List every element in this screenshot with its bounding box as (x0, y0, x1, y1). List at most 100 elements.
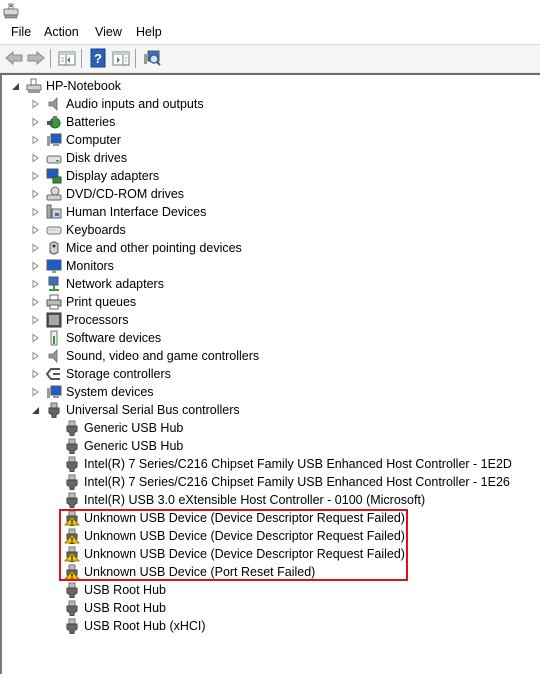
tree-device[interactable]: USB Root Hub (xHCI) (64, 617, 206, 635)
tree-item-label: Intel(R) 7 Series/C216 Chipset Family US… (84, 457, 512, 471)
tree-category[interactable]: Audio inputs and outputs (30, 95, 204, 113)
monitor-icon (46, 259, 62, 273)
expand-arrow-icon[interactable] (30, 207, 40, 217)
back-button[interactable] (4, 48, 24, 68)
tree-category[interactable]: Keyboards (30, 221, 126, 239)
expand-arrow-icon[interactable] (30, 225, 40, 235)
tree-root-hp-notebook[interactable]: HP-Notebook (10, 77, 121, 95)
tree-category[interactable]: Universal Serial Bus controllers (30, 401, 240, 419)
expand-arrow-icon[interactable] (30, 189, 40, 199)
tree-category[interactable]: Computer (30, 131, 121, 149)
toolbar: ? (0, 45, 540, 73)
tree-category[interactable]: Disk drives (30, 149, 127, 167)
expand-arrow-icon[interactable] (30, 279, 40, 289)
tree-item-label: Network adapters (66, 277, 164, 291)
tree-category[interactable]: Storage controllers (30, 365, 171, 383)
help-icon: ? (90, 48, 106, 68)
computer-root-icon (26, 78, 42, 93)
tree-item-label: Audio inputs and outputs (66, 97, 204, 111)
tree-device[interactable]: Intel(R) USB 3.0 eXtensible Host Control… (64, 491, 425, 509)
expand-arrow-icon[interactable] (30, 369, 40, 379)
tree-item-label: Sound, video and game controllers (66, 349, 260, 363)
usb-plug-icon (48, 402, 60, 418)
usb-plug-icon (66, 420, 78, 436)
tree-item-label: Monitors (66, 259, 114, 273)
device-manager-icon[interactable] (3, 3, 19, 19)
toolbar-separator (50, 49, 51, 68)
speaker-icon (48, 349, 58, 363)
tree-device[interactable]: Generic USB Hub (64, 419, 183, 437)
tree-device[interactable]: Intel(R) 7 Series/C216 Chipset Family US… (64, 473, 510, 491)
usb-plug-icon (66, 618, 78, 634)
usb-warning-icon (64, 510, 80, 526)
tree-category[interactable]: System devices (30, 383, 154, 401)
tree-device-warning[interactable]: Unknown USB Device (Device Descriptor Re… (64, 527, 405, 545)
menu-file[interactable]: File (9, 25, 33, 39)
forward-button[interactable] (26, 48, 46, 68)
show-hide-console-tree-button[interactable] (57, 48, 77, 68)
expand-arrow-icon[interactable] (30, 99, 40, 109)
printer-icon (46, 294, 62, 310)
show-hide-action-pane-button[interactable] (111, 48, 131, 68)
menu-bar: File Action View Help (0, 22, 540, 45)
tree-device-warning[interactable]: Unknown USB Device (Device Descriptor Re… (64, 545, 405, 563)
tree-device[interactable]: USB Root Hub (64, 581, 166, 599)
tree-category[interactable]: Print queues (30, 293, 136, 311)
help-button[interactable]: ? (88, 48, 108, 68)
expand-arrow-icon[interactable] (30, 171, 40, 181)
expand-arrow-icon[interactable] (30, 117, 40, 127)
usb-plug-icon (66, 600, 78, 616)
tree-category[interactable]: Network adapters (30, 275, 164, 293)
tree-device-warning[interactable]: Unknown USB Device (Port Reset Failed) (64, 563, 315, 581)
menu-view[interactable]: View (93, 25, 124, 39)
dvd-drive-icon (46, 186, 62, 201)
tree-category[interactable]: DVD/CD-ROM drives (30, 185, 184, 203)
storage-controller-icon (46, 368, 60, 380)
processor-icon (46, 312, 62, 328)
tree-item-label: Unknown USB Device (Device Descriptor Re… (84, 547, 405, 561)
expand-arrow-icon[interactable] (30, 297, 40, 307)
back-arrow-icon (5, 50, 23, 66)
tree-item-label: Unknown USB Device (Port Reset Failed) (84, 565, 316, 579)
system-device-icon (47, 385, 62, 398)
tree-device[interactable]: Intel(R) 7 Series/C216 Chipset Family US… (64, 455, 512, 473)
expand-arrow-icon[interactable] (30, 261, 40, 271)
expand-arrow-icon[interactable] (30, 351, 40, 361)
tree-device[interactable]: USB Root Hub (64, 599, 166, 617)
title-bar (0, 0, 540, 22)
tree-category[interactable]: Monitors (30, 257, 114, 275)
tree-item-label: Mice and other pointing devices (66, 241, 242, 255)
usb-plug-icon (66, 582, 78, 598)
mouse-icon (49, 241, 59, 255)
scan-hardware-changes-button[interactable] (142, 48, 162, 68)
tree-device-warning[interactable]: Unknown USB Device (Device Descriptor Re… (64, 509, 405, 527)
tree-category[interactable]: Display adapters (30, 167, 159, 185)
tree-item-label: DVD/CD-ROM drives (66, 187, 185, 201)
expand-arrow-icon[interactable] (30, 315, 40, 325)
menu-action[interactable]: Action (42, 25, 81, 39)
expand-arrow-icon[interactable] (30, 135, 40, 145)
usb-warning-icon (64, 528, 80, 544)
tree-category[interactable]: Sound, video and game controllers (30, 347, 259, 365)
menu-help[interactable]: Help (134, 25, 164, 39)
tree-device[interactable]: Generic USB Hub (64, 437, 183, 455)
usb-plug-icon (66, 456, 78, 472)
tree-item-label: Batteries (66, 115, 116, 129)
scan-hardware-icon (144, 50, 161, 66)
tree-category[interactable]: Human Interface Devices (30, 203, 206, 221)
tree-category[interactable]: Batteries (30, 113, 115, 131)
expand-arrow-icon[interactable] (30, 333, 40, 343)
action-pane-icon (112, 51, 130, 66)
collapse-arrow-icon[interactable] (10, 81, 20, 91)
collapse-arrow-icon[interactable] (30, 405, 40, 415)
svg-text:?: ? (94, 51, 102, 66)
expand-arrow-icon[interactable] (30, 387, 40, 397)
expand-arrow-icon[interactable] (30, 243, 40, 253)
disk-drive-icon (46, 155, 62, 164)
tree-category[interactable]: Software devices (30, 329, 161, 347)
expand-arrow-icon[interactable] (30, 153, 40, 163)
tree-category[interactable]: Mice and other pointing devices (30, 239, 242, 257)
tree-item-label: Intel(R) 7 Series/C216 Chipset Family US… (84, 475, 510, 489)
tree-category[interactable]: Processors (30, 311, 129, 329)
tree-item-label: Software devices (66, 331, 162, 345)
